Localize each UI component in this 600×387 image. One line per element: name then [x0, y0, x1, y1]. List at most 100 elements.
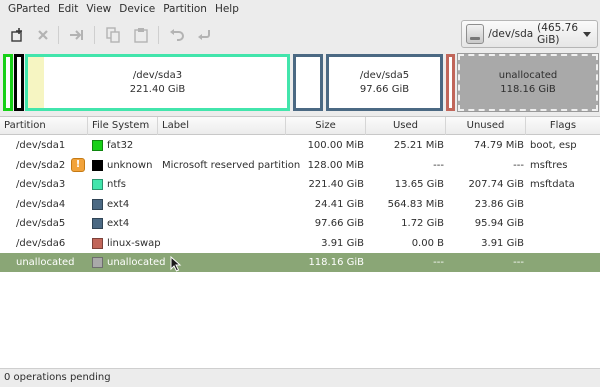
used-cell: ---	[433, 159, 444, 171]
partition-map-unallocated-size: 118.16 GiB	[500, 83, 556, 95]
partition-table: Partition File System Label Size Used Un…	[0, 116, 600, 368]
partition-map-sda6[interactable]	[446, 54, 455, 111]
menu-edit[interactable]: Edit	[54, 3, 82, 15]
partition-map-sda4[interactable]	[293, 54, 323, 111]
partition-map-sda1[interactable]	[3, 54, 13, 111]
filesystem-cell: fat32	[107, 140, 134, 151]
column-header-label[interactable]: Label	[158, 117, 286, 135]
menu-view[interactable]: View	[82, 3, 115, 15]
status-bar: 0 operations pending	[0, 368, 600, 387]
table-row[interactable]: /dev/sda5 ext4 97.66 GiB 1.72 GiB 95.94 GiB	[0, 214, 600, 233]
operations-pending-text: 0 operations pending	[4, 372, 111, 383]
column-header-flags[interactable]: Flags	[526, 117, 600, 135]
partition-cell: /dev/sda2	[16, 159, 66, 171]
unused-cell: ---	[513, 159, 524, 171]
unused-cell: 95.94 GiB	[474, 218, 524, 229]
resize-move-button[interactable]	[68, 26, 86, 44]
flags-cell: msftres	[530, 159, 568, 171]
menu-device[interactable]: Device	[115, 3, 159, 15]
filesystem-color-swatch	[92, 179, 103, 190]
partition-map-sda5-size: 97.66 GiB	[359, 83, 410, 95]
used-cell: 1.72 GiB	[401, 218, 444, 229]
filesystem-cell: ntfs	[107, 179, 126, 190]
filesystem-cell: unallocated	[107, 257, 166, 268]
harddisk-icon	[466, 24, 485, 44]
column-header-file-system[interactable]: File System	[88, 117, 158, 135]
table-header: Partition File System Label Size Used Un…	[0, 117, 600, 135]
size-cell: 128.00 MiB	[307, 159, 364, 171]
partition-map-sda5-name: /dev/sda5	[359, 69, 410, 81]
menu-gparted[interactable]: GParted	[4, 3, 54, 15]
filesystem-cell: unknown	[107, 159, 153, 171]
used-cell: 25.21 MiB	[393, 140, 444, 151]
resize-move-icon	[70, 30, 83, 40]
partition-map: /dev/sda3 221.40 GiB /dev/sda5 97.66 GiB…	[2, 53, 599, 113]
filesystem-color-swatch	[92, 218, 103, 229]
delete-button[interactable]	[34, 26, 52, 44]
partition-cell: /dev/sda3	[16, 179, 66, 190]
paste-icon	[134, 28, 148, 43]
flags-cell: boot, esp	[530, 140, 577, 151]
unused-cell: ---	[513, 257, 524, 268]
partition-cell: /dev/sda5	[16, 218, 66, 229]
device-selector[interactable]: /dev/sda (465.76 GiB)	[461, 20, 598, 48]
table-row[interactable]: /dev/sda1 fat32 100.00 MiB 25.21 MiB 74.79 M…	[0, 136, 600, 155]
filesystem-cell: linux-swap	[107, 237, 161, 249]
menu-help[interactable]: Help	[211, 3, 243, 15]
filesystem-color-swatch	[92, 257, 103, 268]
new-partition-icon	[11, 28, 22, 42]
partition-map-sda2[interactable]	[14, 54, 24, 111]
partition-map-unallocated-name: unallocated	[498, 69, 558, 81]
filesystem-color-swatch	[92, 140, 103, 151]
partition-map-sda3-name: /dev/sda3	[132, 69, 183, 81]
size-cell: 221.40 GiB	[308, 179, 364, 190]
filesystem-cell: ext4	[107, 218, 130, 229]
size-cell: 118.16 GiB	[308, 257, 364, 268]
new-partition-button[interactable]	[8, 26, 26, 44]
partition-map-sda3[interactable]: /dev/sda3 221.40 GiB	[25, 54, 290, 111]
warning-icon: !	[71, 157, 85, 172]
column-header-size[interactable]: Size	[286, 117, 366, 135]
partition-cell: /dev/sda6	[16, 237, 66, 249]
flags-cell: msftdata	[530, 179, 575, 190]
toolbar-separator	[94, 26, 95, 44]
label-cell: Microsoft reserved partition	[162, 159, 301, 171]
size-cell: 3.91 GiB	[321, 237, 364, 249]
undo-icon	[170, 29, 184, 41]
device-name: /dev/sda	[488, 28, 534, 40]
table-row[interactable]: unallocated unallocated 118.16 GiB --- ---	[0, 253, 600, 272]
copy-icon	[106, 27, 120, 43]
table-row[interactable]: /dev/sda3 ntfs 221.40 GiB 13.65 GiB 207.74 G…	[0, 175, 600, 194]
menu-partition[interactable]: Partition	[159, 3, 211, 15]
partition-map-unallocated[interactable]: unallocated 118.16 GiB	[457, 53, 599, 112]
table-row[interactable]: /dev/sda4 ext4 24.41 GiB 564.83 MiB 23.86 Gi…	[0, 195, 600, 214]
toolbar-separator	[158, 26, 159, 44]
undo-button[interactable]	[168, 26, 186, 44]
menubar: GParted Edit View Device Partition Help	[0, 0, 600, 18]
apply-button[interactable]	[196, 26, 214, 44]
toolbar-separator	[58, 26, 59, 44]
copy-button[interactable]	[104, 26, 122, 44]
filesystem-color-swatch	[92, 237, 103, 249]
unused-cell: 3.91 GiB	[481, 237, 524, 249]
column-header-used[interactable]: Used	[366, 117, 446, 135]
partition-cell: /dev/sda4	[16, 198, 66, 210]
column-header-partition[interactable]: Partition	[0, 117, 88, 135]
used-space-bar	[28, 57, 44, 108]
unused-cell: 207.74 GiB	[468, 179, 524, 190]
column-header-unused[interactable]: Unused	[446, 117, 526, 135]
filesystem-color-swatch	[92, 159, 103, 171]
unused-cell: 74.79 MiB	[473, 140, 524, 151]
used-cell: 0.00 B	[411, 237, 444, 249]
paste-button[interactable]	[132, 26, 150, 44]
partition-map-sda5[interactable]: /dev/sda5 97.66 GiB	[326, 54, 443, 111]
delete-icon	[38, 30, 48, 40]
table-row[interactable]: /dev/sda2! unknown Microsoft reserved part…	[0, 156, 600, 175]
partition-map-sda3-size: 221.40 GiB	[129, 83, 186, 95]
filesystem-color-swatch	[92, 198, 103, 210]
table-row[interactable]: /dev/sda6 linux-swap 3.91 GiB 0.00 B 3.91 Gi…	[0, 234, 600, 253]
size-cell: 97.66 GiB	[314, 218, 364, 229]
unused-cell: 23.86 GiB	[474, 198, 524, 210]
apply-icon	[198, 30, 210, 40]
used-cell: 13.65 GiB	[394, 179, 444, 190]
